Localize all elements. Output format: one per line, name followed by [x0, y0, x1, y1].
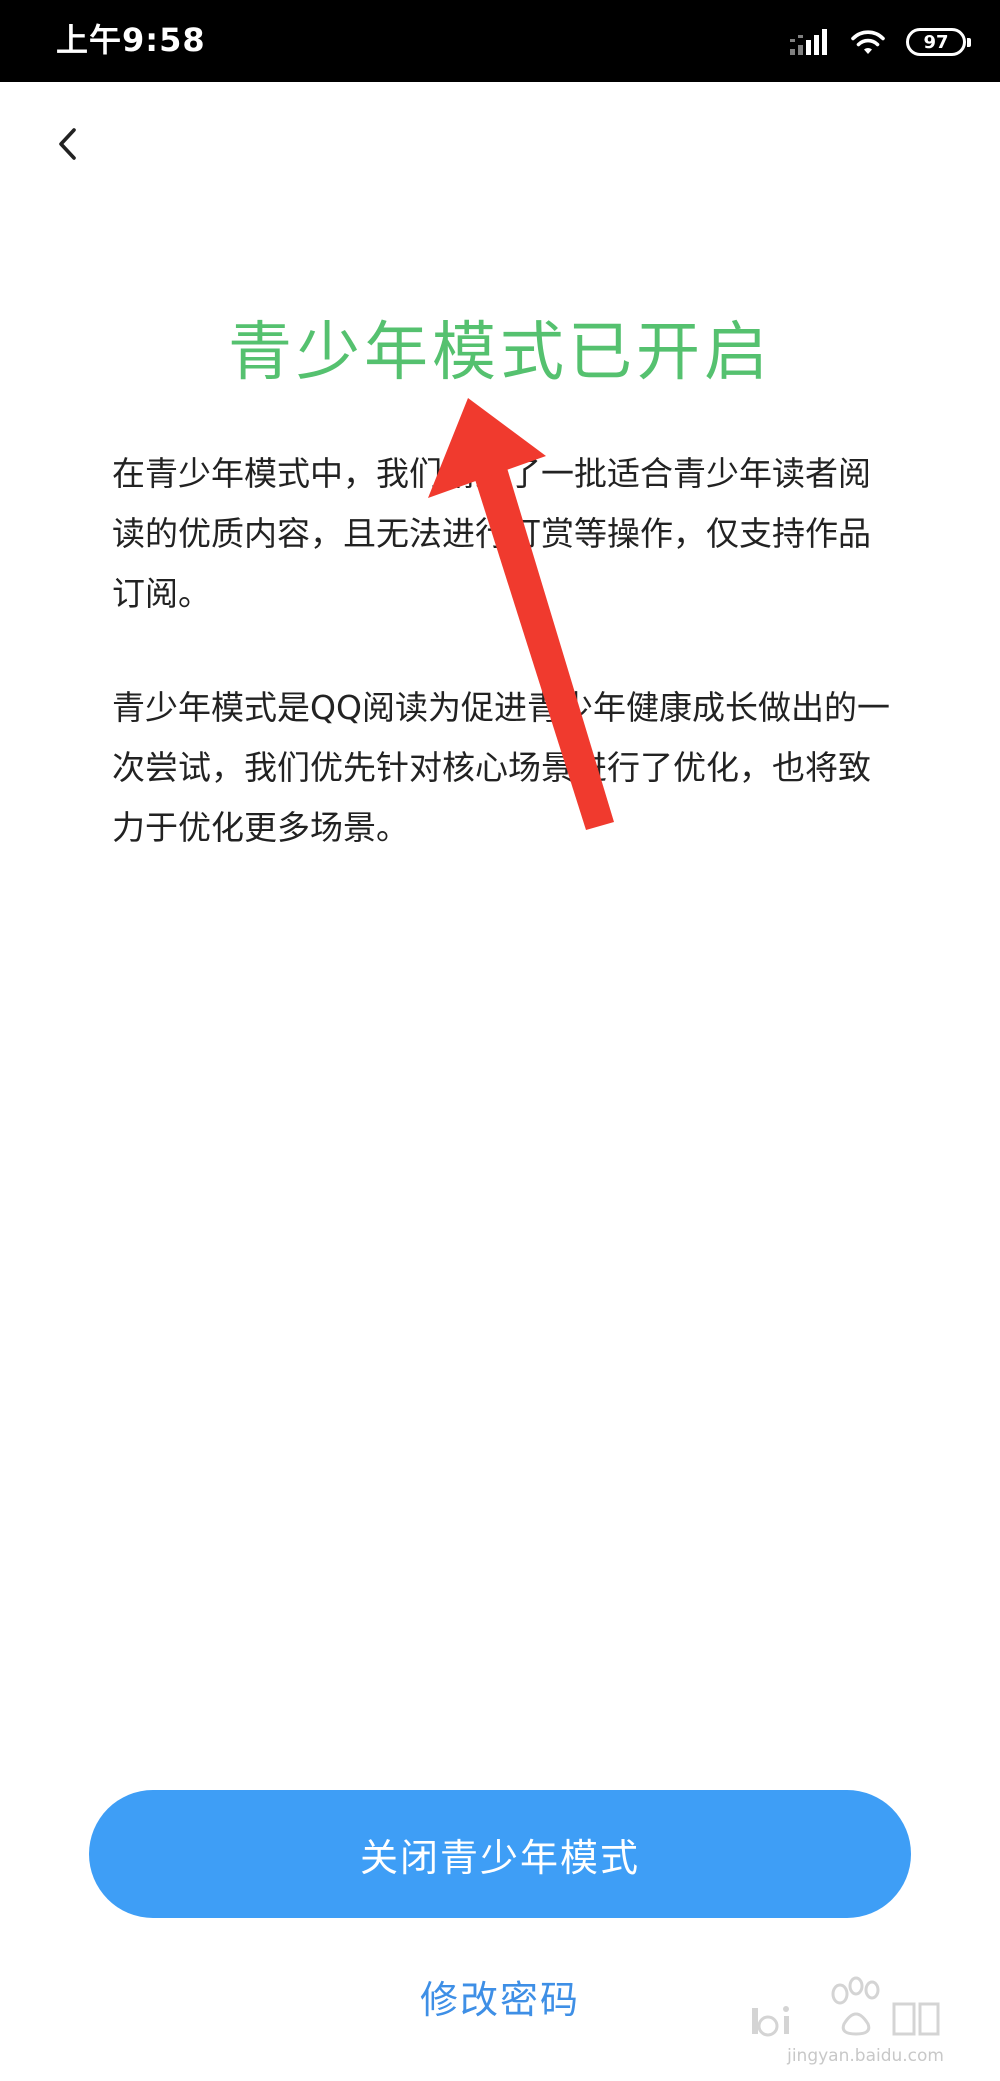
wifi-icon: [848, 27, 888, 57]
signal-icon: [790, 27, 830, 57]
baidu-watermark: jingyan.baidu.com: [744, 1968, 944, 2068]
chevron-left-icon: [53, 124, 83, 168]
page-title: 青少年模式已开启: [228, 316, 772, 390]
watermark-subtext: jingyan.baidu.com: [787, 2046, 944, 2066]
description: 在青少年模式中，我们精选了一批适合青少年读者阅读的优质内容，且无法进行打赏等操作…: [112, 444, 892, 912]
back-button[interactable]: [40, 118, 96, 174]
status-bar: 上午9:58 97: [0, 0, 1000, 82]
status-icons: 97: [790, 22, 971, 62]
baidu-logo-icon: [752, 1976, 940, 2037]
description-paragraph-2: 青少年模式是QQ阅读为促进青少年健康成长做出的一次尝试，我们优先针对核心场景进行…: [112, 688, 890, 847]
description-paragraph-1: 在青少年模式中，我们精选了一批适合青少年读者阅读的优质内容，且无法进行打赏等操作…: [112, 454, 871, 613]
close-youth-mode-button[interactable]: 关闭青少年模式: [89, 1790, 911, 1918]
status-time: 上午9:58: [56, 21, 206, 59]
battery-icon: 97: [906, 28, 971, 56]
